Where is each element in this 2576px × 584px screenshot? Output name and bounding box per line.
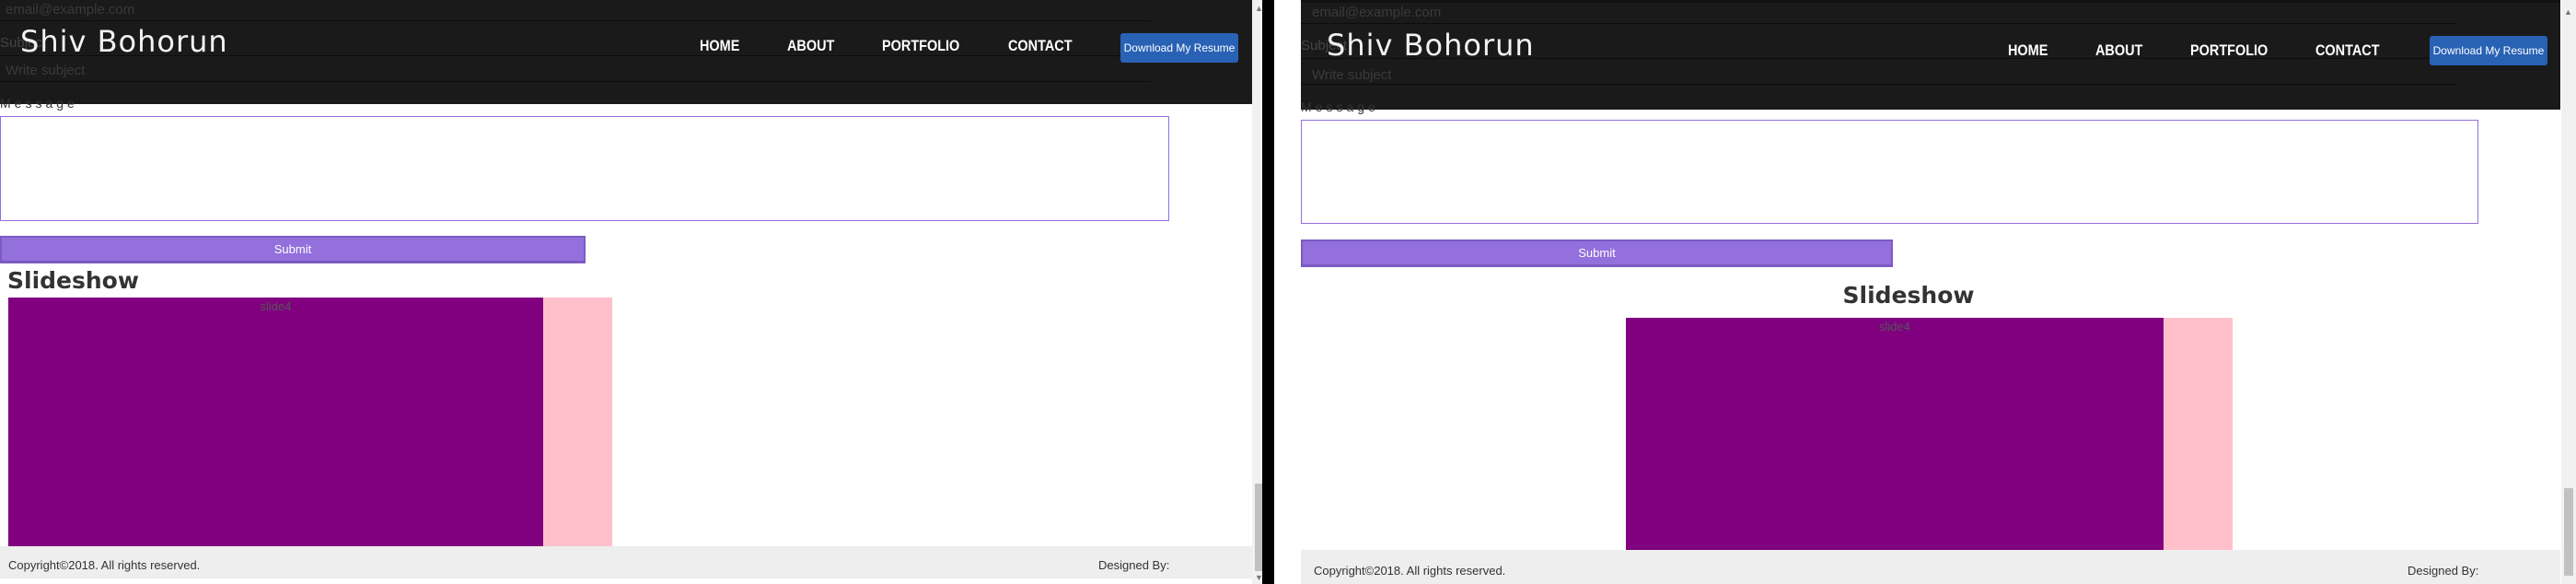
message-label: Message	[0, 96, 78, 111]
subject-placeholder: Write subject	[1312, 67, 1392, 83]
site-footer: Copyright©2018. All rights reserved. Des…	[0, 546, 1252, 578]
next-slide[interactable]	[2164, 318, 2233, 550]
nav-home[interactable]: HOME	[2008, 41, 2048, 60]
nav-portfolio[interactable]: PORTFOLIO	[2190, 41, 2268, 60]
site-footer: Copyright©2018. All rights reserved. Des…	[1301, 550, 2560, 584]
slideshow-title: Slideshow	[7, 267, 139, 294]
next-slide[interactable]	[543, 298, 612, 547]
slide-label: slide4	[260, 299, 292, 313]
slide-label: slide4	[1879, 320, 1910, 333]
message-textarea[interactable]	[1301, 120, 2478, 224]
site-logo[interactable]: Shiv Bohorun	[20, 24, 228, 59]
scroll-up-icon[interactable]: ▲	[2564, 7, 2572, 17]
input-border	[1301, 23, 2456, 24]
slide[interactable]: slide4	[1626, 318, 2164, 550]
submit-button[interactable]: Submit	[1301, 239, 1893, 267]
subject-placeholder: Write subject	[6, 63, 86, 78]
site-logo[interactable]: Shiv Bohorun	[1327, 28, 1535, 63]
nav-about[interactable]: ABOUT	[2095, 41, 2142, 60]
submit-button[interactable]: Submit	[0, 236, 586, 263]
window-divider	[1262, 0, 1274, 584]
download-resume-button[interactable]: Download My Resume	[2430, 36, 2547, 65]
designed-by-text: Designed By:	[1098, 558, 1170, 572]
site-header: email@example.com Subject Write subject …	[1301, 0, 2560, 110]
nav-home[interactable]: HOME	[700, 37, 739, 55]
nav-about[interactable]: ABOUT	[787, 37, 834, 55]
download-resume-button[interactable]: Download My Resume	[1120, 33, 1238, 63]
slide[interactable]: slide4	[8, 298, 543, 547]
right-browser-view: email@example.com Subject Write subject …	[1301, 0, 2560, 584]
email-placeholder: email@example.com	[6, 2, 135, 18]
message-label: Message	[1301, 99, 1379, 114]
nav-portfolio[interactable]: PORTFOLIO	[882, 37, 959, 55]
slideshow-title: Slideshow	[1842, 282, 1975, 309]
input-border	[1301, 84, 2456, 85]
copyright-text: Copyright©2018. All rights reserved.	[1314, 564, 1506, 578]
scrollbar-thumb[interactable]	[2564, 488, 2573, 576]
message-textarea[interactable]	[0, 116, 1169, 221]
email-placeholder: email@example.com	[1312, 5, 1442, 20]
left-browser-view: email@example.com Subject Write subject …	[0, 0, 1252, 584]
designed-by-text: Designed By:	[2408, 564, 2479, 578]
input-border	[0, 81, 1151, 82]
nav-contact[interactable]: CONTACT	[1008, 37, 1073, 55]
nav-contact[interactable]: CONTACT	[2315, 41, 2380, 60]
site-header: email@example.com Subject Write subject …	[0, 0, 1252, 104]
input-border	[0, 20, 1151, 21]
copyright-text: Copyright©2018. All rights reserved.	[8, 558, 201, 572]
right-scrollbar[interactable]: ▲	[2561, 0, 2576, 584]
